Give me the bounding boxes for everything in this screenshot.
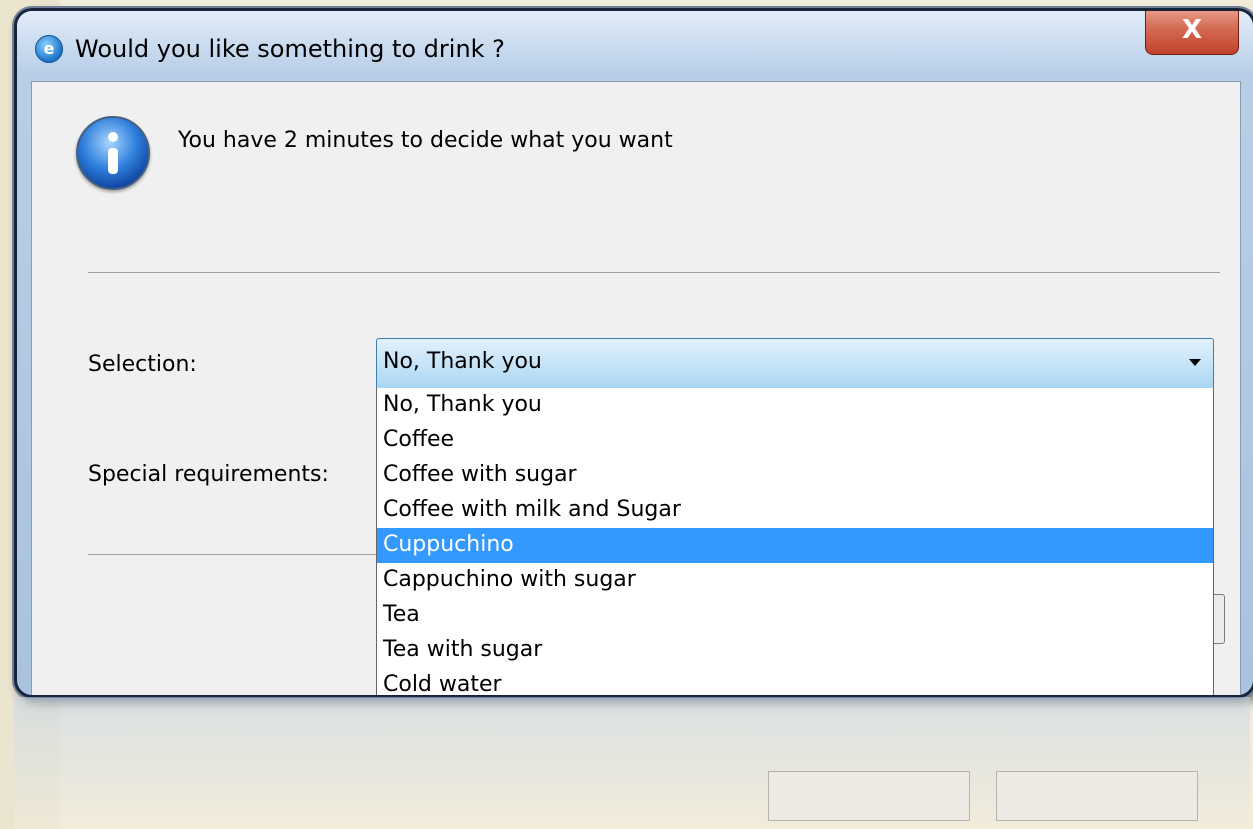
special-requirements-label: Special requirements:: [88, 462, 329, 487]
close-button[interactable]: X: [1145, 11, 1239, 55]
dropdown-option[interactable]: Cold water: [377, 668, 1213, 695]
selection-dropdown[interactable]: No, Thank you: [376, 338, 1214, 390]
dropdown-option[interactable]: Tea: [377, 598, 1213, 633]
dropdown-option[interactable]: Coffee with sugar: [377, 458, 1213, 493]
dropdown-option[interactable]: No, Thank you: [377, 388, 1213, 423]
dropdown-option[interactable]: Cuppuchino: [377, 528, 1213, 563]
separator: [88, 554, 388, 555]
dropdown-option[interactable]: Coffee: [377, 423, 1213, 458]
special-requirements-button[interactable]: [1214, 594, 1225, 644]
chevron-down-icon[interactable]: [1189, 359, 1201, 366]
dropdown-option[interactable]: Tea with sugar: [377, 633, 1213, 668]
separator: [88, 272, 1220, 273]
selection-value: No, Thank you: [383, 349, 542, 374]
reflection-ok-button: [768, 771, 970, 821]
selection-label: Selection:: [88, 352, 197, 377]
reflection-cancel-button: [996, 771, 1198, 821]
dropdown-option[interactable]: Coffee with milk and Sugar: [377, 493, 1213, 528]
info-icon: [76, 116, 150, 190]
window-title: Would you like something to drink ?: [75, 35, 505, 63]
dialog-message: You have 2 minutes to decide what you wa…: [178, 128, 673, 153]
window-reflection: [14, 697, 1250, 829]
dropdown-option-list[interactable]: No, Thank you Coffee Coffee with sugar Coff…: [376, 388, 1214, 695]
app-logo-icon: e: [35, 35, 63, 63]
dialog-window: e Would you like something to drink ? X …: [14, 8, 1253, 698]
title-bar[interactable]: e Would you like something to drink ?: [17, 11, 1253, 77]
dialog-body: You have 2 minutes to decide what you wa…: [31, 81, 1241, 695]
dropdown-option[interactable]: Cappuchino with sugar: [377, 563, 1213, 598]
